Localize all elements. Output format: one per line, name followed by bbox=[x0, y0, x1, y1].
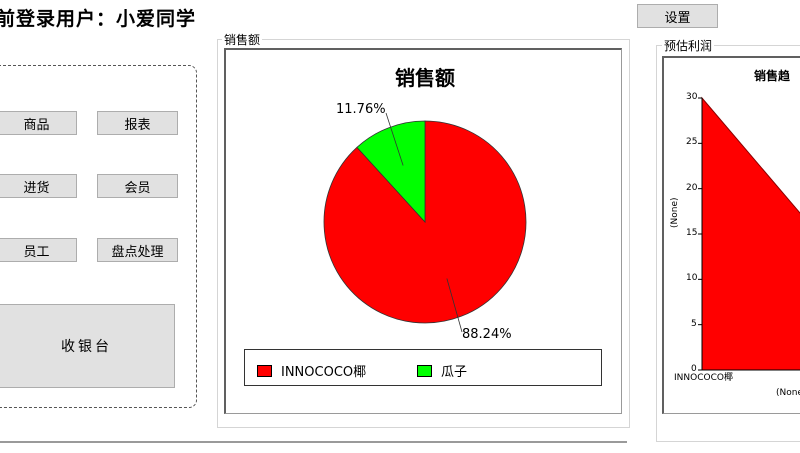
current-user-label: 前登录用户：小爱同学 bbox=[0, 8, 197, 30]
product-button[interactable]: 商品 bbox=[0, 111, 77, 135]
legend-swatch-red bbox=[257, 364, 272, 377]
trend-plot bbox=[698, 96, 800, 371]
trend-x-tick: INNOCOCO椰 bbox=[674, 373, 733, 383]
cashier-button[interactable]: 收银台 bbox=[0, 304, 175, 388]
bottom-divider bbox=[0, 441, 627, 443]
trend-y-tick-label: 20 bbox=[686, 182, 698, 193]
sales-trend-chart: 销售趋 051015202530 INNOCOCO椰 (None) (None) bbox=[662, 56, 800, 414]
trend-y-tick-label: 15 bbox=[686, 228, 698, 238]
trend-y-tick-label: 10 bbox=[686, 273, 698, 284]
app-window: 前登录用户：小爱同学 设置 商品 报表 进货 会员 员工 盘点处理 收银台 销售… bbox=[0, 0, 800, 453]
trend-y-tick-label: 25 bbox=[686, 137, 698, 148]
member-button[interactable]: 会员 bbox=[97, 174, 178, 198]
pie-label-slice-1: 88.24% bbox=[462, 327, 512, 342]
trend-y-tick-label: 5 bbox=[691, 318, 697, 329]
purchase-button[interactable]: 进货 bbox=[0, 174, 77, 198]
sales-groupbox-caption: 销售额 bbox=[222, 31, 263, 48]
legend-item: INNOCOCO椰 bbox=[257, 361, 366, 380]
pie-legend: INNOCOCO椰 瓜子 bbox=[244, 349, 602, 386]
legend-label: 瓜子 bbox=[441, 365, 468, 380]
staff-button[interactable]: 员工 bbox=[0, 238, 77, 262]
trend-y-tick-label: 30 bbox=[686, 92, 698, 102]
report-button[interactable]: 报表 bbox=[97, 111, 178, 135]
pie-label-slice-2: 11.76% bbox=[336, 102, 386, 117]
trend-area bbox=[701, 96, 800, 371]
trend-y-axis-label: (None) bbox=[670, 197, 680, 228]
settings-button[interactable]: 设置 bbox=[637, 4, 718, 28]
inventory-button[interactable]: 盘点处理 bbox=[97, 238, 178, 262]
legend-label: INNOCOCO椰 bbox=[281, 365, 367, 380]
legend-swatch-green bbox=[417, 364, 432, 377]
profit-groupbox-caption: 预估利润 bbox=[662, 37, 715, 54]
trend-x-axis-label: (None) bbox=[776, 388, 800, 398]
legend-item: 瓜子 bbox=[417, 361, 467, 380]
